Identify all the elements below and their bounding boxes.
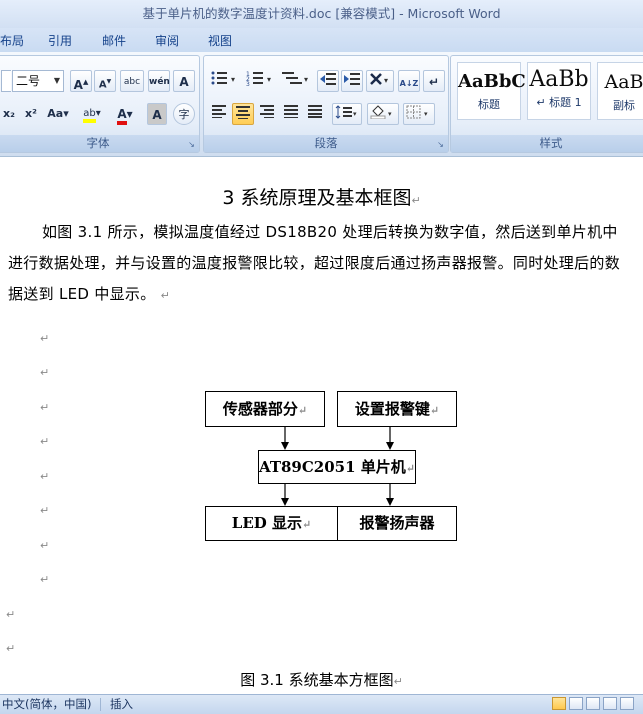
align-right-button[interactable] [256,103,278,125]
clear-format-button[interactable]: abc [120,70,144,92]
print-layout-view-icon[interactable] [552,697,566,710]
font-name-combo[interactable] [1,70,11,92]
line-spacing-button[interactable]: ▾ [332,103,362,125]
tab-view[interactable]: 视图 [208,32,232,49]
align-center-icon [236,106,250,120]
font-color-button[interactable]: A▾ [110,103,140,125]
styles-group: AaBbC 标题 AaBb ↵ 标题 1 AaB 副标 样式 [450,55,643,153]
bullet-list-icon: ▾ [211,71,235,85]
tab-mailings[interactable]: 邮件 [102,32,126,49]
paragraph-mark-icon: ↵ [428,75,440,89]
style-heading-1[interactable]: AaBb ↵ 标题 1 [527,62,591,120]
led-display-block: LED 显示↵ [205,506,338,541]
font-group: 二号 ▼ A▲ A▼ abc wén A x₂ x² Aa▾ ab▾ A▾ A … [0,55,200,153]
style-title[interactable]: AaBbC 标题 [457,62,526,120]
numbered-list-icon: 123▾ [246,71,271,88]
show-marks-button[interactable]: ↵ [423,70,445,92]
decrease-indent-button[interactable] [317,70,339,92]
status-bar: 中文(简体，中国) 插入 [0,694,643,714]
char-border-button[interactable]: A [173,70,195,92]
ribbon: 二号 ▼ A▲ A▼ abc wén A x₂ x² Aa▾ ab▾ A▾ A … [0,52,643,157]
border-grid-icon: ▾ [406,105,428,119]
shading-button[interactable]: ▾ [367,103,399,125]
font-group-label: 字体 [0,135,199,152]
align-right-icon [260,105,274,119]
figure-caption: 图 3.1 系统基本方框图↵ [240,671,403,689]
chinese-layout-button[interactable]: ▾ [366,70,394,92]
title-bar: 基于单片机的数字温度计资料.doc [兼容模式] - Microsoft Wor… [0,0,643,28]
web-layout-view-icon[interactable] [586,697,600,710]
align-left-button[interactable] [208,103,230,125]
decrease-indent-icon [320,73,336,85]
chinese-layout-icon: ▾ [370,73,388,85]
justify-icon [284,105,298,119]
speaker-block: 报警扬声器 [337,506,457,541]
draft-view-icon[interactable] [620,697,634,710]
ribbon-tab-row: 布局 引用 邮件 审阅 视图 [0,28,643,52]
empty-paragraph-mark: ↵ [40,573,50,586]
paragraph-group: ▾ 1 2 3 ▾ ▾ ▾ A↓Z ↵ ▾ ▾ ▾ 段落 ↘ [203,55,449,153]
grow-font-button[interactable]: A▲ [70,70,92,92]
sort-button[interactable]: A↓Z [398,70,420,92]
increase-indent-button[interactable] [341,70,363,92]
paragraph-dialog-launcher-icon[interactable]: ↘ [436,140,445,149]
svg-text:▾: ▾ [424,110,428,118]
line-spacing-icon: ▾ [335,105,357,119]
svg-text:3: 3 [246,81,250,86]
svg-text:▾: ▾ [388,110,392,118]
font-size-value: 二号 [16,74,41,88]
tab-references[interactable]: 引用 [48,32,72,49]
full-screen-reading-view-icon[interactable] [569,697,583,710]
svg-text:▾: ▾ [304,75,308,84]
superscript-button[interactable]: x² [21,103,41,125]
increase-indent-icon [344,73,360,85]
empty-paragraph-mark: ↵ [6,642,16,655]
mcu-block: AT89C2051 单片机↵ [258,450,416,484]
styles-group-label: 样式 [451,135,643,152]
tab-layout[interactable]: 布局 [0,32,24,49]
window-title: 基于单片机的数字温度计资料.doc [兼容模式] - Microsoft Wor… [142,6,501,21]
paragraph-group-label: 段落 [204,135,448,152]
align-left-icon [212,105,226,119]
borders-button[interactable]: ▾ [403,103,435,125]
subscript-button[interactable]: x₂ [1,103,17,125]
enclose-char-button[interactable]: 字 [173,103,195,125]
justify-button[interactable] [280,103,302,125]
outline-view-icon[interactable] [603,697,617,710]
tab-review[interactable]: 审阅 [155,32,179,49]
svg-text:▾: ▾ [353,110,357,118]
multilevel-list-button[interactable]: ▾ [280,70,312,92]
font-dialog-launcher-icon[interactable]: ↘ [187,140,196,149]
sensor-block: 传感器部分↵ [205,391,325,427]
change-case-button[interactable]: Aa▾ [44,103,72,125]
char-shading-button[interactable]: A [147,103,167,125]
multilevel-list-icon: ▾ [282,72,308,84]
svg-text:▾: ▾ [231,75,235,84]
chevron-down-icon: ▼ [53,76,60,85]
document-page[interactable]: 3 系统原理及基本框图↵ 如图 3.1 所示，模拟温度值经过 DS18B20 处… [0,157,643,694]
paint-bucket-icon: ▾ [370,105,392,120]
svg-text:▾: ▾ [267,75,271,84]
bullets-button[interactable]: ▾ [208,70,240,92]
align-center-button[interactable] [232,103,254,125]
sort-icon: A↓Z [399,79,419,88]
distribute-icon [308,105,322,119]
font-size-combo[interactable]: 二号 ▼ [12,70,64,92]
numbering-button[interactable]: 1 2 3 ▾ [244,70,276,92]
distribute-button[interactable] [304,103,326,125]
language-indicator[interactable]: 中文(简体，中国) [2,695,91,714]
empty-paragraph-mark: ↵ [6,608,16,621]
status-divider [100,698,101,711]
svg-text:▾: ▾ [384,76,388,85]
phonetic-guide-button[interactable]: wén [148,70,170,92]
diagram-arrows [281,427,394,506]
alarm-key-block: 设置报警键↵ [337,391,457,427]
insert-mode-indicator[interactable]: 插入 [110,695,133,714]
shrink-font-button[interactable]: A▼ [94,70,116,92]
style-subtitle[interactable]: AaB 副标 [597,62,643,120]
paragraph-mark: ↵ [393,675,403,688]
highlight-button[interactable]: ab▾ [77,103,107,125]
